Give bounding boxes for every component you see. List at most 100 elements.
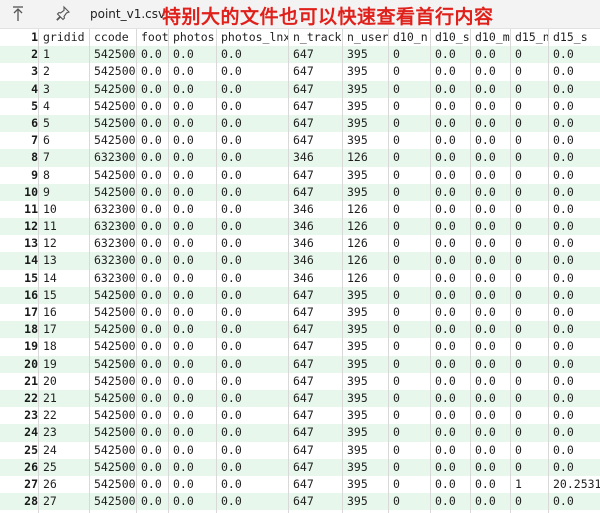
- table-cell[interactable]: 0.0: [216, 286, 288, 304]
- table-cell[interactable]: 0.0: [430, 80, 470, 98]
- table-cell[interactable]: 542500: [89, 458, 136, 476]
- table-cell[interactable]: 0.0: [168, 372, 216, 390]
- table-cell[interactable]: 395: [342, 80, 388, 98]
- table-cell[interactable]: 0: [388, 338, 430, 356]
- table-cell[interactable]: 0.0: [136, 269, 168, 287]
- table-cell[interactable]: 0.0: [136, 200, 168, 219]
- table-cell[interactable]: 0.0: [548, 149, 600, 167]
- table-row[interactable]: 5 4 542500 0.0 0.0 0.0 647 395 0 0.0 0.0 0 0.0: [0, 97, 600, 115]
- table-row[interactable]: 12 11 632300 0.0 0.0 0.0 346 126 0 0.0 0.0 0 0.0: [0, 218, 600, 236]
- column-header-d15_s[interactable]: d15_s: [548, 29, 600, 47]
- table-cell[interactable]: 0.0: [168, 441, 216, 459]
- row-number[interactable]: 21: [0, 373, 38, 390]
- table-cell[interactable]: 632300: [89, 200, 136, 219]
- table-cell[interactable]: 0.0: [470, 200, 510, 219]
- table-cell[interactable]: 4: [38, 97, 89, 115]
- table-cell[interactable]: 0.0: [216, 304, 288, 322]
- table-cell[interactable]: 0.0: [548, 304, 600, 322]
- table-cell[interactable]: 9: [38, 183, 89, 201]
- table-cell[interactable]: 647: [288, 441, 342, 459]
- table-cell[interactable]: 0.0: [548, 252, 600, 270]
- table-cell[interactable]: 0.0: [216, 475, 288, 494]
- table-cell[interactable]: 0.0: [216, 218, 288, 236]
- table-cell[interactable]: 0.0: [136, 355, 168, 373]
- table-cell[interactable]: 7: [38, 149, 89, 167]
- table-cell[interactable]: 0.0: [216, 389, 288, 408]
- table-cell[interactable]: 0.0: [470, 475, 510, 494]
- table-cell[interactable]: 0.0: [168, 132, 216, 150]
- table-cell[interactable]: 542500: [89, 441, 136, 459]
- table-cell[interactable]: 542500: [89, 80, 136, 98]
- table-cell[interactable]: 346: [288, 200, 342, 219]
- table-cell[interactable]: 0: [388, 183, 430, 201]
- table-cell[interactable]: 14: [38, 269, 89, 287]
- row-number[interactable]: 10: [0, 184, 38, 201]
- table-cell[interactable]: 0.0: [136, 372, 168, 390]
- table-cell[interactable]: 0: [510, 183, 548, 201]
- table-cell[interactable]: 20: [38, 372, 89, 390]
- table-cell[interactable]: 0.0: [136, 475, 168, 494]
- table-cell[interactable]: 126: [342, 252, 388, 270]
- table-cell[interactable]: 0: [388, 304, 430, 322]
- table-cell[interactable]: 0.0: [470, 252, 510, 270]
- table-cell[interactable]: 395: [342, 441, 388, 459]
- table-cell[interactable]: 0.0: [216, 200, 288, 219]
- table-cell[interactable]: 0.0: [430, 269, 470, 287]
- table-cell[interactable]: 395: [342, 114, 388, 133]
- table-cell[interactable]: 647: [288, 321, 342, 339]
- table-cell[interactable]: 26: [38, 475, 89, 494]
- table-row[interactable]: 17 16 542500 0.0 0.0 0.0 647 395 0 0.0 0.0 0 0.0: [0, 304, 600, 322]
- table-cell[interactable]: 0.0: [430, 46, 470, 64]
- table-cell[interactable]: 23: [38, 424, 89, 442]
- table-row[interactable]: 21 20 542500 0.0 0.0 0.0 647 395 0 0.0 0.0 0 0.0: [0, 372, 600, 390]
- table-cell[interactable]: 0.0: [168, 114, 216, 133]
- table-cell[interactable]: 0.0: [548, 407, 600, 425]
- table-cell[interactable]: 0.0: [430, 166, 470, 184]
- table-cell[interactable]: 0.0: [430, 424, 470, 442]
- table-cell[interactable]: 0.0: [168, 183, 216, 201]
- table-cell[interactable]: 647: [288, 183, 342, 201]
- table-cell[interactable]: 0.0: [216, 114, 288, 133]
- table-cell[interactable]: 0: [388, 166, 430, 184]
- row-number[interactable]: 8: [0, 149, 38, 166]
- table-cell[interactable]: 0: [388, 458, 430, 476]
- table-row[interactable]: 25 24 542500 0.0 0.0 0.0 647 395 0 0.0 0.0 0 0.0: [0, 441, 600, 459]
- table-cell[interactable]: 0.0: [136, 183, 168, 201]
- table-cell[interactable]: 0.0: [470, 269, 510, 287]
- table-cell[interactable]: 542500: [89, 338, 136, 356]
- row-number[interactable]: 9: [0, 167, 38, 184]
- table-cell[interactable]: 0.0: [470, 183, 510, 201]
- table-row[interactable]: 9 8 542500 0.0 0.0 0.0 647 395 0 0.0 0.0 0 0.0: [0, 166, 600, 184]
- table-cell[interactable]: 0: [388, 218, 430, 236]
- table-cell[interactable]: 0.0: [430, 63, 470, 81]
- table-cell[interactable]: 647: [288, 407, 342, 425]
- table-cell[interactable]: 20.2531: [548, 475, 600, 494]
- table-cell[interactable]: 0: [510, 200, 548, 219]
- table-cell[interactable]: 0: [510, 458, 548, 476]
- table-cell[interactable]: 0.0: [136, 338, 168, 356]
- table-cell[interactable]: 647: [288, 493, 342, 511]
- table-cell[interactable]: 647: [288, 304, 342, 322]
- table-cell[interactable]: 24: [38, 441, 89, 459]
- table-cell[interactable]: 0.0: [430, 475, 470, 494]
- table-cell[interactable]: 0: [388, 286, 430, 304]
- table-cell[interactable]: 0: [510, 321, 548, 339]
- table-cell[interactable]: 0: [388, 97, 430, 115]
- row-number[interactable]: 26: [0, 459, 38, 476]
- table-cell[interactable]: 395: [342, 321, 388, 339]
- table-cell[interactable]: 647: [288, 475, 342, 494]
- table-cell[interactable]: 0.0: [430, 200, 470, 219]
- table-cell[interactable]: 0.0: [470, 304, 510, 322]
- table-cell[interactable]: 0.0: [430, 355, 470, 373]
- table-cell[interactable]: 0.0: [216, 338, 288, 356]
- table-cell[interactable]: 632300: [89, 218, 136, 236]
- row-number[interactable]: 3: [0, 63, 38, 80]
- table-cell[interactable]: 0.0: [470, 166, 510, 184]
- row-number[interactable]: 15: [0, 270, 38, 287]
- column-header-ccode[interactable]: ccode: [89, 29, 136, 47]
- table-cell[interactable]: 0: [510, 252, 548, 270]
- table-cell[interactable]: 647: [288, 458, 342, 476]
- table-cell[interactable]: 647: [288, 114, 342, 133]
- table-cell[interactable]: 542500: [89, 424, 136, 442]
- table-cell[interactable]: 0.0: [548, 200, 600, 219]
